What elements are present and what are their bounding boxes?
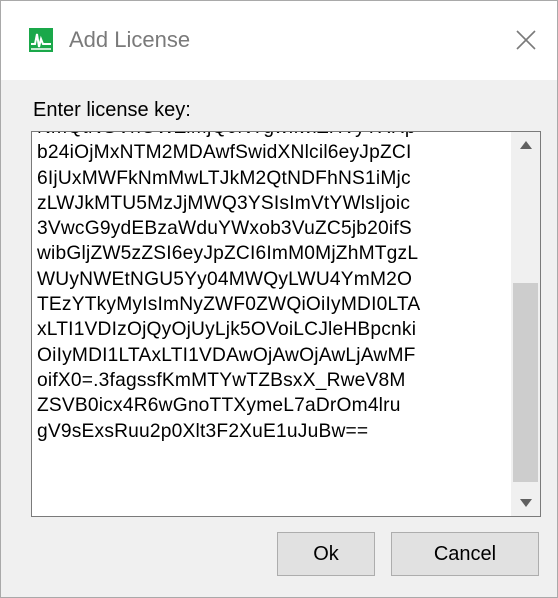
license-line: ZSVB0icx4R6wGnoTTXymeL7aDrOm4lru bbox=[37, 395, 401, 417]
license-line: zLWJkMTU5MzJjMWQ3YSIsImVtYWlsIjoic bbox=[37, 192, 411, 214]
add-license-dialog: Add License Enter license key: NmQtNGVhO… bbox=[0, 0, 558, 598]
license-line: wibGljZW5zZSI6eyJpZCI6ImM0MjZhMTgzL bbox=[37, 243, 419, 265]
license-line: xLTI1VDIzOjQyOjUyLjk5OVoiLCJleHBpcnki bbox=[37, 319, 417, 341]
scroll-up-button[interactable] bbox=[511, 132, 540, 158]
license-key-textarea[interactable]: NmQtNGVhOWZlMjQ0NTgwIiwiZHVyYXRp b24iOjM… bbox=[31, 131, 541, 517]
ok-button[interactable]: Ok bbox=[277, 532, 375, 576]
license-line: b24iOjMxNTM2MDAwfSwidXNlcil6eyJpZCI bbox=[37, 142, 412, 164]
license-line: 6IjUxMWFkNmMwLTJkM2QtNDFhNS1iMjc bbox=[37, 167, 411, 189]
app-waveform-icon bbox=[29, 28, 53, 52]
cancel-button[interactable]: Cancel bbox=[391, 532, 539, 576]
close-icon bbox=[515, 29, 537, 56]
license-line: OiIyMDI1LTAxLTI1VDAwOjAwOjAwLjAwMF bbox=[37, 344, 416, 366]
window-title: Add License bbox=[69, 27, 191, 52]
license-line: TEzYTkyMyIsImNyZWF0ZWQiOiIyMDI0LTA bbox=[37, 294, 421, 316]
license-line: 3VwcG9ydEBzaWduYWxob3VuZC5jb20ifS bbox=[37, 218, 412, 240]
license-line: NmQtNGVhOWZlMjQ0NTgwIiwiZHVyYXRp bbox=[37, 132, 507, 140]
license-key-label: Enter license key: bbox=[33, 99, 191, 121]
license-line: gV9sExsRuu2p0Xlt3F2XuE1uJuBw== bbox=[37, 420, 369, 442]
license-line: WUyNWEtNGU5Yy04MWQyLWU4YmM2O bbox=[37, 268, 413, 290]
triangle-down-icon bbox=[519, 494, 532, 512]
vertical-scrollbar[interactable] bbox=[511, 132, 540, 516]
license-line: oifX0=.3fagssfKmMTYwTZBsxX_RweV8M bbox=[37, 369, 406, 391]
scroll-thumb[interactable] bbox=[513, 283, 538, 482]
license-key-text[interactable]: NmQtNGVhOWZlMjQ0NTgwIiwiZHVyYXRp b24iOjM… bbox=[37, 132, 507, 444]
title-bar[interactable]: Add License bbox=[1, 1, 557, 80]
textarea-viewport[interactable]: NmQtNGVhOWZlMjQ0NTgwIiwiZHVyYXRp b24iOjM… bbox=[32, 132, 511, 516]
triangle-up-icon bbox=[519, 136, 532, 154]
scroll-down-button[interactable] bbox=[511, 490, 540, 516]
close-button[interactable] bbox=[506, 22, 546, 62]
